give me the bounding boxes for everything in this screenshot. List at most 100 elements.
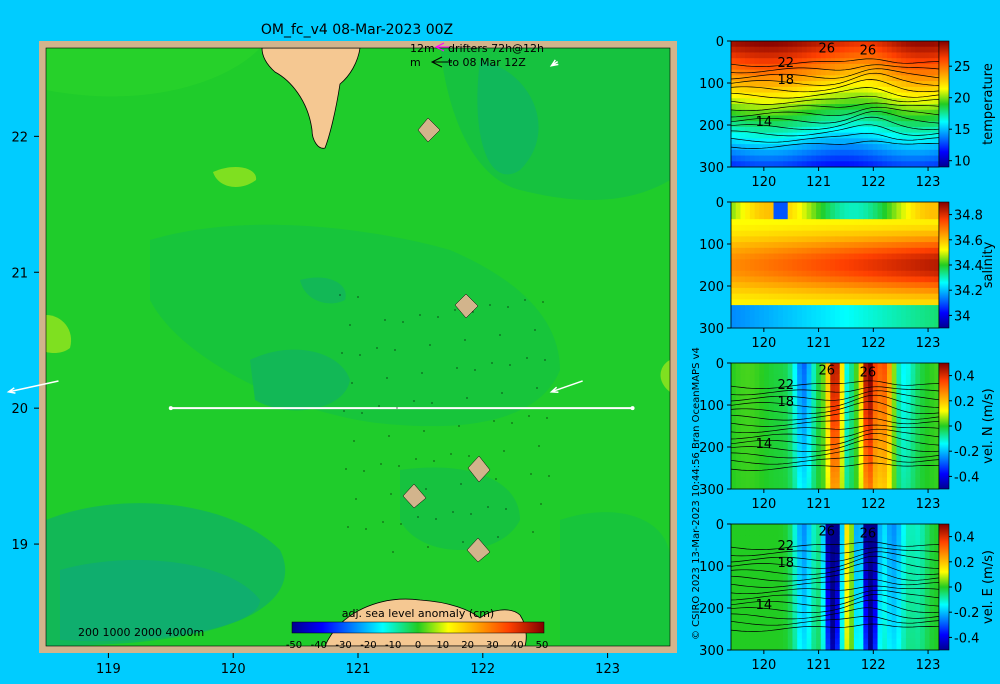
- heatmap-cell: [891, 310, 897, 318]
- heatmap-cell: [835, 282, 841, 289]
- heatmap-cell: [787, 276, 793, 283]
- panel-ytick-label: 300: [699, 161, 724, 176]
- heatmap-cell: [877, 46, 883, 53]
- heatmap-cell: [877, 368, 883, 375]
- heatmap-cell: [868, 115, 874, 122]
- heatmap-cell: [792, 236, 798, 243]
- heatmap-cell: [820, 219, 827, 226]
- heatmap-cell: [896, 552, 902, 559]
- heatmap-cell: [863, 310, 869, 318]
- heatmap-cell: [735, 316, 741, 323]
- heatmap-cell: [929, 213, 935, 220]
- heatmap-cell: [820, 236, 827, 243]
- heatmap-cell: [920, 41, 926, 48]
- heatmap-cell: [905, 615, 912, 622]
- heatmap-cell: [901, 46, 907, 53]
- heatmap-cell: [853, 242, 860, 249]
- heatmap-cell: [872, 391, 879, 398]
- heatmap-cell: [806, 230, 812, 237]
- heatmap-cell: [801, 437, 808, 444]
- heatmap-cell: [745, 558, 751, 565]
- heatmap-cell: [731, 316, 737, 323]
- heatmap-cell: [872, 121, 879, 128]
- heatmap-cell: [839, 310, 845, 318]
- heatmap-cell: [905, 621, 912, 628]
- heatmap-cell: [773, 202, 779, 209]
- heatmap-cell: [792, 322, 798, 329]
- heatmap-cell: [882, 144, 888, 151]
- heatmap-cell: [773, 161, 779, 168]
- heatmap-cell: [858, 604, 864, 611]
- heatmap-cell: [920, 575, 926, 582]
- heatmap-cell: [835, 552, 841, 559]
- heatmap-cell: [924, 207, 931, 214]
- heatmap-cell: [910, 144, 916, 151]
- heatmap-cell: [877, 253, 883, 260]
- heatmap-cell: [835, 305, 841, 312]
- heatmap-cell: [891, 483, 897, 490]
- heatmap-cell: [801, 426, 808, 433]
- heatmap-cell: [915, 41, 921, 48]
- heatmap-cell: [740, 265, 746, 272]
- drifter-track-dot: [536, 387, 538, 389]
- heatmap-cell: [731, 126, 737, 134]
- heatmap-cell: [754, 305, 760, 312]
- heatmap-cell: [835, 460, 841, 467]
- heatmap-cell: [877, 403, 883, 410]
- heatmap-cell: [820, 242, 827, 249]
- heatmap-cell: [844, 293, 850, 300]
- heatmap-cell: [849, 207, 855, 214]
- heatmap-cell: [792, 644, 798, 651]
- heatmap-cell: [849, 363, 855, 370]
- heatmap-cell: [811, 363, 817, 370]
- heatmap-cell: [792, 604, 798, 611]
- section-panel-1: 26 26221814120 121 122 123010020030025201510…: [699, 35, 996, 190]
- heatmap-cell: [759, 41, 765, 48]
- heatmap-cell: [754, 374, 760, 381]
- heatmap-cell: [806, 632, 812, 640]
- heatmap-cell: [735, 471, 741, 479]
- heatmap-cell: [801, 305, 808, 312]
- heatmap-cell: [877, 247, 883, 255]
- heatmap-cell: [735, 52, 741, 59]
- heatmap-cell: [877, 219, 883, 226]
- heatmap-cell: [853, 644, 860, 651]
- heatmap-cell: [783, 598, 789, 605]
- heatmap-cell: [806, 282, 812, 289]
- contour-label: 14: [756, 437, 773, 452]
- heatmap-cell: [882, 86, 888, 94]
- colorbar-tick-label: -10: [385, 640, 401, 651]
- heatmap-cell: [801, 126, 808, 134]
- heatmap-cell: [915, 310, 921, 318]
- heatmap-cell: [778, 529, 784, 536]
- heatmap-cell: [901, 253, 907, 260]
- heatmap-cell: [891, 75, 897, 82]
- heatmap-cell: [754, 403, 760, 410]
- heatmap-cell: [787, 322, 793, 329]
- heatmap-cell: [740, 638, 746, 645]
- heatmap-cell: [887, 155, 893, 162]
- heatmap-cell: [754, 69, 760, 76]
- heatmap-cell: [905, 316, 912, 323]
- heatmap-cell: [830, 621, 836, 628]
- heatmap-cell: [811, 598, 817, 605]
- heatmap-cell: [844, 270, 850, 277]
- heatmap-cell: [929, 69, 935, 76]
- heatmap-cell: [924, 638, 931, 645]
- heatmap-cell: [905, 242, 912, 249]
- heatmap-cell: [764, 368, 770, 375]
- heatmap-cell: [773, 282, 779, 289]
- heatmap-cell: [801, 287, 808, 295]
- heatmap-cell: [764, 52, 770, 59]
- heatmap-cell: [731, 86, 737, 94]
- heatmap-cell: [825, 224, 831, 232]
- heatmap-cell: [820, 316, 827, 323]
- heatmap-cell: [830, 270, 836, 277]
- heatmap-cell: [868, 270, 874, 277]
- heatmap-cell: [868, 609, 874, 617]
- heatmap-cell: [896, 276, 902, 283]
- heatmap-cell: [877, 524, 883, 531]
- heatmap-cell: [863, 448, 869, 456]
- heatmap-cell: [801, 454, 808, 461]
- heatmap-cell: [806, 322, 812, 329]
